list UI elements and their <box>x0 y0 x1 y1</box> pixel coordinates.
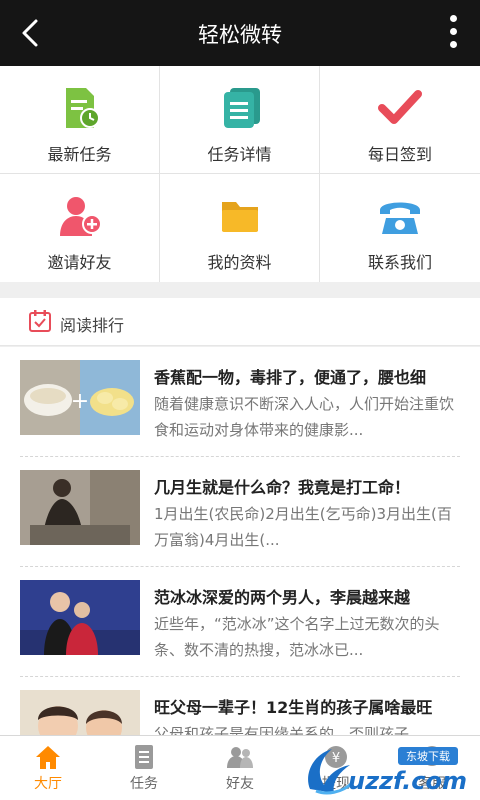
watermark-text: uzzf.com <box>348 767 467 795</box>
article-title: 香蕉配一物，毒排了，便通了，腰也细 <box>154 368 427 387</box>
folder-icon <box>222 202 258 232</box>
top-bar: 轻松微转 <box>0 0 480 66</box>
list-item[interactable]: 旺父母一辈子！12生肖的孩子属啥最旺 父母和孩子是有因缘关系的，否则孩子... <box>0 677 480 735</box>
function-grid: 最新任务 任务详情 每日签到 邀请好友 我的资料 联系我们 <box>0 66 480 282</box>
grid-item-my-profile[interactable]: 我的资料 <box>160 174 320 282</box>
article-description: 随着健康意识不断深入人心，人们开始注重饮食和运动对身体带来的健康影... <box>154 395 454 439</box>
list-item[interactable]: 几月生就是什么命？我竟是打工命！ 1月出生(农民命)2月出生(乞丐命)3月出生(… <box>0 457 480 567</box>
watermark-badge: 东坡下载 <box>406 750 450 763</box>
tab-label: 大厅 <box>34 776 62 792</box>
grid-item-invite-friends[interactable]: 邀请好友 <box>0 174 160 282</box>
grid-item-label: 每日签到 <box>367 145 432 164</box>
tab-hall[interactable]: 大厅 <box>0 736 96 800</box>
article-thumbnail <box>20 470 140 545</box>
tab-friends[interactable]: 好友 <box>192 736 288 800</box>
article-thumbnail: + <box>20 360 140 435</box>
grid-item-label: 邀请好友 <box>47 253 112 272</box>
reading-ranking-header: 阅读排行 <box>0 298 480 346</box>
friends-icon <box>227 747 253 768</box>
telephone-icon <box>380 202 420 234</box>
grid-item-latest-tasks[interactable]: 最新任务 <box>0 66 160 174</box>
grid-item-label: 联系我们 <box>367 253 432 272</box>
grid-item-daily-checkin[interactable]: 每日签到 <box>320 66 480 174</box>
calendar-check-icon <box>29 310 51 332</box>
add-user-icon <box>60 197 102 236</box>
grid-item-task-details[interactable]: 任务详情 <box>160 66 320 174</box>
svg-text:+: + <box>71 389 89 414</box>
grid-item-label: 最新任务 <box>47 145 112 164</box>
article-title: 几月生就是什么命？我竟是打工命！ <box>154 478 411 497</box>
article-title: 旺父母一辈子！12生肖的孩子属啥最旺 <box>154 698 433 717</box>
grid-item-label: 任务详情 <box>207 145 272 164</box>
tab-label: 任务 <box>130 776 158 792</box>
more-options-icon[interactable] <box>448 15 458 51</box>
uzzf-watermark-logo: 东坡下载 uzzf.com <box>308 747 467 795</box>
tab-tasks[interactable]: 任务 <box>96 736 192 800</box>
section-title: 阅读排行 <box>60 316 125 335</box>
article-description: 近些年，“范冰冰”这个名字上过无数次的头条、数不清的热搜，范冰冰已... <box>154 615 440 659</box>
check-icon <box>378 90 422 124</box>
article-thumbnail <box>20 690 140 735</box>
grid-item-label: 我的资料 <box>207 253 272 272</box>
grid-item-contact-us[interactable]: 联系我们 <box>320 174 480 282</box>
task-book-icon <box>135 745 153 769</box>
article-description: 父母和孩子是有因缘关系的，否则孩子... <box>154 725 424 735</box>
page-title: 轻松微转 <box>198 23 282 47</box>
list-item[interactable]: + 香蕉配一物，毒排了，便通了，腰也细 随着健康意识不断深入人心，人们开始注重饮… <box>0 347 480 457</box>
article-list: + 香蕉配一物，毒排了，便通了，腰也细 随着健康意识不断深入人心，人们开始注重饮… <box>0 347 480 735</box>
article-title: 范冰冰深爱的两个男人，李晨越来越 <box>154 588 411 607</box>
article-thumbnail <box>20 580 140 655</box>
tab-label: 好友 <box>226 776 254 792</box>
stacked-list-icon <box>224 88 260 128</box>
home-icon <box>36 746 60 769</box>
article-description: 1月出生(农民命)2月出生(乞丐命)3月出生(百万富翁)4月出生(... <box>154 505 452 549</box>
document-clock-icon <box>66 88 100 128</box>
list-item[interactable]: 范冰冰深爱的两个男人，李晨越来越 近些年，“范冰冰”这个名字上过无数次的头条、数… <box>0 567 480 677</box>
